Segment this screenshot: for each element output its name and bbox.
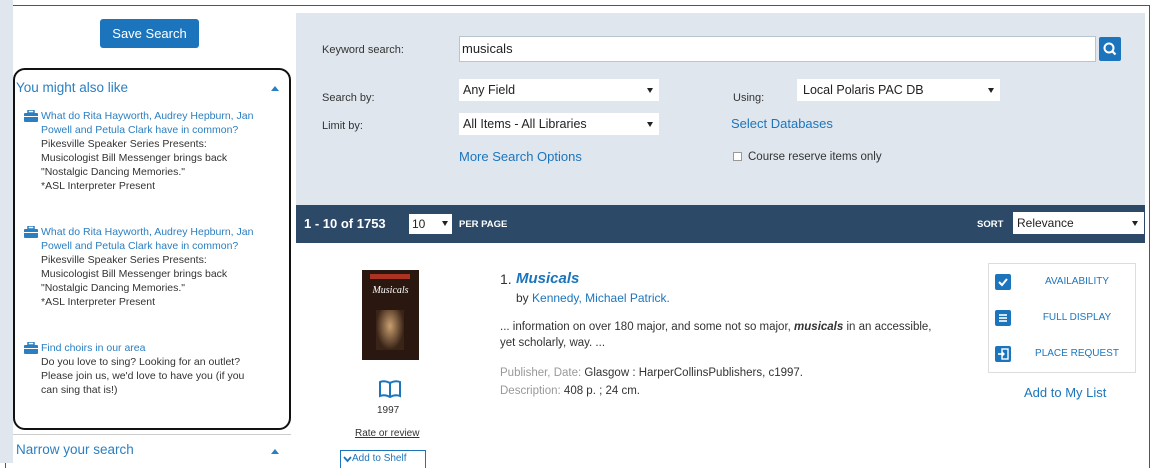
sort-label: SORT: [977, 219, 1004, 230]
narrow-search-title[interactable]: Narrow your search: [16, 442, 134, 457]
by-prefix: by: [516, 291, 529, 305]
snippet-text: in an accessible,: [843, 321, 932, 333]
result-actions: AVAILABILITY FULL DISPLAY PLACE REQUEST: [988, 263, 1136, 373]
per-page-value: 10: [412, 217, 426, 231]
cover-banner: [370, 274, 410, 279]
sort-select[interactable]: Relevance: [1013, 212, 1144, 234]
recommendation-line: "Nostalgic Dancing Memories.": [41, 166, 186, 178]
left-gutter: [0, 0, 13, 463]
list-icon: [995, 310, 1011, 326]
book-cover[interactable]: Musicals: [362, 270, 419, 360]
description-value: 408 p. ; 24 cm.: [563, 385, 640, 397]
snippet-highlight: musicals: [794, 321, 844, 333]
cover-title: Musicals: [372, 285, 409, 296]
recommendation-line: Do you love to sing? Looking for an outl…: [41, 356, 241, 368]
recommendation-line: *ASL Interpreter Present: [41, 296, 156, 308]
result-snippet: ... information on over 180 major, and s…: [500, 321, 932, 333]
publisher-label: Publisher, Date:: [500, 367, 582, 379]
description-label: Description:: [500, 385, 561, 397]
keyword-search-input[interactable]: musicals: [459, 36, 1096, 62]
place-request-button[interactable]: PLACE REQUEST: [989, 336, 1135, 372]
cover-figure: [376, 310, 404, 350]
availability-label: AVAILABILITY: [1044, 276, 1110, 287]
using-select[interactable]: Local Polaris PAC DB: [797, 79, 1000, 101]
search-by-value: Any Field: [463, 83, 516, 97]
more-search-options-link[interactable]: More Search Options: [459, 149, 582, 164]
full-display-button[interactable]: FULL DISPLAY: [989, 300, 1135, 336]
publisher-value: Glasgow : HarperCollinsPublishers, c1997…: [584, 367, 803, 379]
chevron-down-icon: [1132, 221, 1138, 226]
using-label: Using:: [733, 92, 765, 104]
result-author-line: by Kennedy, Michael Patrick.: [516, 291, 670, 305]
recommendation-item: What do Rita Hayworth, Audrey Hepburn, J…: [24, 225, 274, 309]
chevron-down-icon: [442, 221, 448, 226]
search-by-select[interactable]: Any Field: [459, 79, 659, 101]
per-page-select[interactable]: 10: [409, 214, 452, 234]
recommendation-line: "Nostalgic Dancing Memories.": [41, 282, 186, 294]
add-to-shelf-label: Add to Shelf: [352, 453, 407, 464]
chevron-down-icon: [647, 88, 653, 93]
recommendation-line: Pikesville Speaker Series Presents:: [41, 254, 207, 266]
results-count: 1 - 10 of 1753: [304, 216, 386, 231]
per-page-label: PER PAGE: [459, 219, 508, 230]
save-search-button[interactable]: Save Search: [100, 19, 199, 48]
briefcase-icon: [24, 226, 38, 238]
limit-by-value: All Items - All Libraries: [463, 117, 587, 131]
publication-year: 1997: [377, 405, 400, 416]
snippet-text: ... information on over 180 major, and s…: [500, 321, 795, 333]
limit-by-label: Limit by:: [322, 120, 363, 132]
you-might-also-like-title[interactable]: You might also like: [16, 80, 128, 95]
result-snippet: yet scholarly, way. ...: [500, 337, 606, 349]
briefcase-icon: [24, 110, 38, 122]
sort-value: Relevance: [1017, 216, 1074, 230]
keyword-label: Keyword search:: [322, 44, 404, 56]
course-reserve-label: Course reserve items only: [748, 151, 882, 163]
collapse-caret-icon[interactable]: [271, 86, 279, 91]
course-reserve-checkbox[interactable]: [733, 152, 742, 161]
check-icon: [995, 274, 1011, 290]
chevron-down-icon: [988, 88, 994, 93]
recommendation-link[interactable]: Find choirs in our area: [41, 341, 274, 355]
chevron-down-icon: [647, 122, 653, 127]
add-to-my-list-link[interactable]: Add to My List: [1024, 385, 1106, 400]
limit-by-select[interactable]: All Items - All Libraries: [459, 113, 659, 135]
result-title-link[interactable]: Musicals: [516, 270, 579, 287]
description-row: Description: 408 p. ; 24 cm.: [500, 385, 640, 397]
recommendation-item: Find choirs in our area Do you love to s…: [24, 341, 274, 397]
place-request-label: PLACE REQUEST: [1035, 348, 1119, 359]
search-button[interactable]: [1099, 37, 1121, 61]
using-value: Local Polaris PAC DB: [803, 83, 924, 97]
recommendation-line: Please join us, we'd love to have you (i…: [41, 370, 245, 382]
collapse-caret-icon[interactable]: [271, 449, 279, 454]
result-number: 1.: [500, 271, 512, 287]
briefcase-icon: [24, 342, 38, 354]
rate-review-link[interactable]: Rate or review: [355, 428, 419, 439]
recommendation-link[interactable]: What do Rita Hayworth, Audrey Hepburn, J…: [41, 109, 274, 137]
open-book-icon: [379, 380, 401, 398]
select-databases-link[interactable]: Select Databases: [731, 116, 833, 131]
recommendation-line: can sing that is!): [41, 384, 118, 396]
enter-icon: [995, 346, 1011, 362]
search-icon: [1103, 42, 1117, 56]
recommendation-line: Musicologist Bill Messenger brings back: [41, 152, 228, 164]
availability-button[interactable]: AVAILABILITY: [989, 264, 1135, 300]
recommendation-line: *ASL Interpreter Present: [41, 180, 156, 192]
recommendation-line: Musicologist Bill Messenger brings back: [41, 268, 228, 280]
publisher-row: Publisher, Date: Glasgow : HarperCollins…: [500, 367, 803, 379]
author-link[interactable]: Kennedy, Michael Patrick.: [532, 291, 670, 305]
recommendation-link[interactable]: What do Rita Hayworth, Audrey Hepburn, J…: [41, 225, 274, 253]
recommendation-line: Pikesville Speaker Series Presents:: [41, 138, 207, 150]
chevron-down-icon: [343, 456, 352, 463]
search-by-label: Search by:: [322, 92, 375, 104]
recommendation-item: What do Rita Hayworth, Audrey Hepburn, J…: [24, 109, 274, 193]
full-display-label: FULL DISPLAY: [1042, 312, 1112, 323]
add-to-shelf-button[interactable]: Add to Shelf: [340, 450, 426, 468]
